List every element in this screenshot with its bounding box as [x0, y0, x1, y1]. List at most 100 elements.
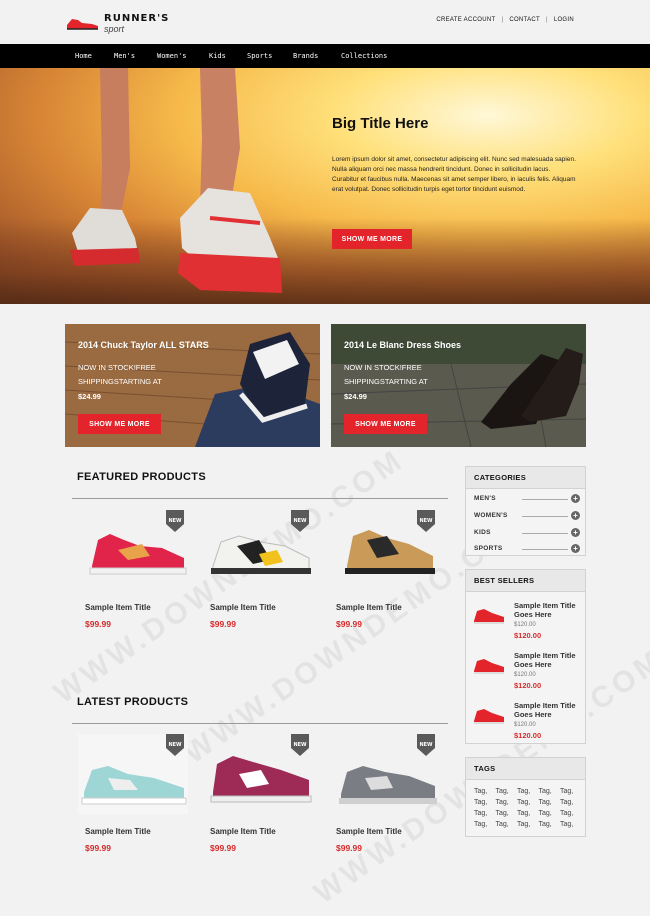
new-badge-label: NEW [168, 518, 182, 524]
account-links: CREATE ACCOUNT | CONTACT | LOGIN [430, 17, 580, 23]
promo-show-more-button[interactable]: SHOW ME MORE [344, 414, 427, 434]
bestseller-item[interactable]: Sample Item Title Goes Here $120.00 $120… [472, 701, 584, 743]
nav-sports[interactable]: Sports [247, 52, 293, 60]
product-title[interactable]: Sample Item Title [210, 827, 276, 836]
product-title[interactable]: Sample Item Title [336, 827, 402, 836]
category-womens[interactable]: WOMEN'S + [474, 511, 580, 521]
product-price: $99.99 [210, 619, 236, 629]
product-price: $99.99 [336, 619, 362, 629]
tag-link[interactable]: Tag, [560, 810, 582, 821]
contact-link[interactable]: CONTACT [503, 17, 546, 23]
hero-show-more-button[interactable]: SHOW ME MORE [332, 229, 412, 249]
tag-link[interactable]: Tag, [496, 810, 518, 821]
expand-plus-icon[interactable]: + [571, 528, 580, 537]
bestsellers-panel: BEST SELLERS Sample Item Title Goes Here… [465, 569, 586, 744]
bestseller-shoe-image [474, 709, 504, 724]
promo-tile-chuck-taylor[interactable]: 2014 Chuck Taylor ALL STARS NOW IN STOCK… [65, 324, 320, 447]
product-price: $99.99 [336, 843, 362, 853]
create-account-link[interactable]: CREATE ACCOUNT [430, 17, 501, 23]
tag-link[interactable]: Tag, [539, 799, 561, 810]
product-card[interactable]: NEW Sample Item Title $99.99 [203, 734, 313, 874]
nav-womens[interactable]: Women's [157, 52, 209, 60]
tag-link[interactable]: Tag, [539, 810, 561, 821]
bestseller-item[interactable]: Sample Item Title Goes Here $120.00 $120… [472, 601, 584, 643]
tag-link[interactable]: Tag, [539, 788, 561, 799]
product-title[interactable]: Sample Item Title [210, 603, 276, 612]
bestseller-price: $120.00 [514, 681, 542, 690]
tag-link[interactable]: Tag, [474, 799, 496, 810]
product-title[interactable]: Sample Item Title [85, 827, 151, 836]
bestseller-price: $120.00 [514, 731, 542, 740]
new-badge-label: NEW [293, 518, 307, 524]
product-card[interactable]: NEW Sample Item Title $99.99 [329, 510, 439, 650]
product-card[interactable]: NEW Sample Item Title $99.99 [203, 510, 313, 650]
promo-price: $24.99 [344, 392, 367, 401]
tag-link[interactable]: Tag, [496, 799, 518, 810]
login-link[interactable]: LOGIN [548, 17, 580, 23]
bestseller-item[interactable]: Sample Item Title Goes Here $120.00 $120… [472, 651, 584, 693]
tag-link[interactable]: Tag, [496, 821, 518, 832]
tag-row: Tag, Tag, Tag, Tag, Tag, [474, 810, 584, 821]
new-badge-label: NEW [419, 518, 433, 524]
product-card[interactable]: NEW Sample Item Title $99.99 [78, 510, 188, 650]
nav-brands[interactable]: Brands [293, 52, 341, 60]
tag-row: Tag, Tag, Tag, Tag, Tag, [474, 799, 584, 810]
new-badge-label: NEW [419, 742, 433, 748]
nav-mens[interactable]: Men's [114, 52, 157, 60]
tag-link[interactable]: Tag, [474, 788, 496, 799]
nav-home[interactable]: Home [75, 52, 114, 60]
divider [522, 499, 568, 500]
top-header: RUNNER'S sport CREATE ACCOUNT | CONTACT … [0, 0, 650, 44]
promo-price: $24.99 [78, 392, 101, 401]
brand-logo[interactable]: RUNNER'S sport [66, 12, 186, 36]
expand-plus-icon[interactable]: + [571, 494, 580, 503]
category-label: KIDS [474, 529, 491, 536]
tag-link[interactable]: Tag, [517, 788, 539, 799]
tag-link[interactable]: Tag, [496, 788, 518, 799]
category-label: MEN'S [474, 495, 496, 502]
bestseller-old-price: $120.00 [514, 672, 536, 678]
nav-kids[interactable]: Kids [209, 52, 247, 60]
brand-name: RUNNER'S [104, 13, 170, 24]
nav-collections[interactable]: Collections [341, 52, 401, 60]
bestseller-title[interactable]: Sample Item Title Goes Here [514, 601, 586, 619]
tag-row: Tag, Tag, Tag, Tag, Tag, [474, 788, 584, 799]
promo-line: SHIPPINGSTARTING AT [344, 377, 428, 386]
promo-tile-le-blanc[interactable]: 2014 Le Blanc Dress Shoes NOW IN STOCK!F… [331, 324, 586, 447]
featured-heading: FEATURED PRODUCTS [77, 471, 206, 483]
tag-link[interactable]: Tag, [539, 821, 561, 832]
hero-banner: Big Title Here Lorem ipsum dolor sit ame… [0, 68, 650, 304]
product-title[interactable]: Sample Item Title [85, 603, 151, 612]
category-mens[interactable]: MEN'S + [474, 494, 580, 504]
tag-link[interactable]: Tag, [517, 799, 539, 810]
latest-heading: LATEST PRODUCTS [77, 696, 189, 708]
divider [72, 723, 448, 724]
tag-link[interactable]: Tag, [560, 788, 582, 799]
category-kids[interactable]: KIDS + [474, 528, 580, 538]
promo-show-more-button[interactable]: SHOW ME MORE [78, 414, 161, 434]
bestseller-old-price: $120.00 [514, 722, 536, 728]
tag-link[interactable]: Tag, [560, 821, 582, 832]
expand-plus-icon[interactable]: + [571, 544, 580, 553]
product-card[interactable]: NEW Sample Item Title $99.99 [329, 734, 439, 874]
panel-header: TAGS [466, 758, 585, 780]
tag-link[interactable]: Tag, [517, 821, 539, 832]
tag-link[interactable]: Tag, [474, 810, 496, 821]
bestseller-title[interactable]: Sample Item Title Goes Here [514, 651, 586, 669]
product-card[interactable]: NEW Sample Item Title $99.99 [78, 734, 188, 874]
tag-row: Tag, Tag, Tag, Tag, Tag, [474, 821, 584, 832]
divider [522, 516, 568, 517]
new-badge-icon: NEW [417, 734, 435, 756]
bestseller-old-price: $120.00 [514, 622, 536, 628]
bestseller-price: $120.00 [514, 631, 542, 640]
promo-line: NOW IN STOCK!FREE [344, 363, 422, 372]
promo-line: SHIPPINGSTARTING AT [78, 377, 162, 386]
product-title[interactable]: Sample Item Title [336, 603, 402, 612]
category-sports[interactable]: SPORTS + [474, 544, 580, 554]
tag-link[interactable]: Tag, [560, 799, 582, 810]
bestseller-title[interactable]: Sample Item Title Goes Here [514, 701, 586, 719]
categories-panel: CATEGORIES MEN'S + WOMEN'S + KIDS + SPOR… [465, 466, 586, 556]
tag-link[interactable]: Tag, [474, 821, 496, 832]
tag-link[interactable]: Tag, [517, 810, 539, 821]
expand-plus-icon[interactable]: + [571, 511, 580, 520]
